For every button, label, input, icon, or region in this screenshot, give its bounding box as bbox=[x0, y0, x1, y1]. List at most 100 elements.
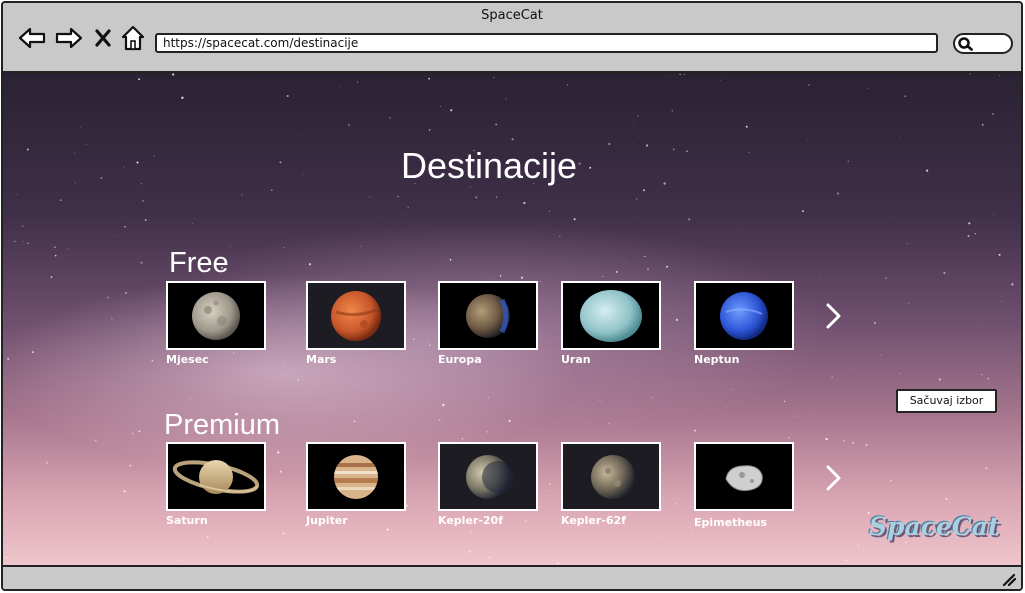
star bbox=[907, 302, 910, 304]
kepler-20f-image bbox=[438, 442, 538, 511]
star bbox=[644, 255, 646, 258]
star bbox=[360, 245, 362, 247]
star bbox=[796, 415, 798, 417]
star bbox=[981, 374, 983, 376]
resize-grip-icon[interactable] bbox=[1001, 572, 1017, 586]
star bbox=[566, 84, 569, 86]
star bbox=[129, 464, 132, 467]
star bbox=[389, 117, 391, 119]
star bbox=[407, 213, 409, 214]
star bbox=[831, 376, 833, 378]
card-label: Kepler-20f bbox=[438, 514, 503, 527]
browser-toolbar: SpaceCat https://spacecat.com/destinacij… bbox=[3, 3, 1021, 73]
star bbox=[745, 125, 748, 128]
star bbox=[523, 201, 526, 205]
star bbox=[279, 547, 281, 550]
star bbox=[151, 359, 154, 362]
star bbox=[450, 109, 453, 112]
destination-card-saturn[interactable]: Saturn bbox=[166, 442, 266, 527]
star bbox=[247, 542, 249, 544]
destination-card-mjesec[interactable]: Mjesec bbox=[166, 281, 266, 366]
star bbox=[787, 436, 790, 439]
star bbox=[440, 105, 442, 107]
star bbox=[969, 73, 971, 75]
star bbox=[928, 445, 930, 447]
star bbox=[124, 226, 126, 228]
destination-card-neptun[interactable]: Neptun bbox=[694, 281, 794, 366]
destination-card-jupiter[interactable]: Jupiter bbox=[306, 442, 406, 527]
star bbox=[991, 113, 995, 116]
status-bar bbox=[3, 565, 1021, 589]
star bbox=[495, 196, 498, 198]
star bbox=[693, 429, 697, 432]
star bbox=[1001, 301, 1003, 303]
url-input[interactable]: https://spacecat.com/destinacije bbox=[155, 33, 938, 53]
star bbox=[348, 123, 351, 126]
star bbox=[740, 231, 742, 232]
star bbox=[144, 219, 147, 221]
star bbox=[3, 313, 4, 315]
star bbox=[997, 559, 999, 561]
close-x-icon[interactable] bbox=[92, 24, 114, 52]
card-label: Saturn bbox=[166, 514, 208, 527]
star bbox=[67, 248, 69, 250]
star bbox=[979, 327, 981, 328]
star bbox=[674, 502, 676, 504]
star bbox=[499, 275, 502, 277]
destination-card-kepler-62f[interactable]: Kepler-62f bbox=[561, 442, 661, 527]
jupiter-image bbox=[306, 442, 406, 511]
star bbox=[475, 196, 478, 199]
destination-card-uran[interactable]: Uran bbox=[561, 281, 661, 366]
star bbox=[943, 271, 946, 274]
card-label: Kepler-62f bbox=[561, 514, 626, 527]
star bbox=[438, 418, 441, 421]
home-icon[interactable] bbox=[119, 24, 147, 52]
star bbox=[899, 373, 901, 375]
search-field[interactable] bbox=[953, 33, 1013, 54]
star bbox=[94, 439, 97, 442]
star bbox=[107, 296, 110, 299]
star bbox=[353, 420, 356, 423]
star bbox=[848, 370, 850, 371]
star bbox=[867, 88, 869, 89]
star bbox=[845, 559, 848, 562]
epimetheus-image bbox=[694, 442, 794, 511]
star bbox=[54, 254, 57, 257]
star bbox=[397, 196, 399, 198]
star bbox=[339, 86, 340, 87]
star bbox=[50, 276, 53, 279]
star bbox=[812, 415, 814, 417]
star bbox=[54, 246, 56, 248]
star bbox=[819, 276, 821, 278]
forward-arrow-icon[interactable] bbox=[54, 24, 84, 52]
star bbox=[557, 562, 559, 564]
destination-card-kepler-20f[interactable]: Kepler-20f bbox=[438, 442, 538, 527]
star bbox=[270, 189, 273, 192]
destination-card-mars[interactable]: Mars bbox=[306, 281, 406, 366]
star bbox=[413, 338, 415, 340]
star bbox=[16, 193, 18, 195]
back-arrow-icon[interactable] bbox=[17, 24, 47, 52]
star bbox=[297, 378, 299, 381]
destination-card-europa[interactable]: Europa bbox=[438, 281, 538, 366]
star bbox=[117, 235, 119, 236]
star bbox=[906, 242, 908, 245]
star bbox=[969, 446, 971, 448]
star bbox=[602, 275, 604, 277]
star bbox=[668, 76, 670, 78]
chevron-right-icon[interactable] bbox=[821, 463, 845, 493]
star bbox=[999, 75, 1000, 76]
star bbox=[974, 233, 977, 235]
star bbox=[880, 354, 882, 356]
europa-image bbox=[438, 281, 538, 350]
star bbox=[495, 123, 497, 126]
star bbox=[985, 467, 988, 470]
chevron-right-icon[interactable] bbox=[821, 301, 845, 331]
spacecat-logo: SpaceCat bbox=[869, 512, 1000, 541]
star bbox=[5, 556, 8, 559]
save-selection-button[interactable]: Sačuvaj izbor bbox=[896, 389, 997, 413]
destination-card-epimetheus[interactable]: Epimetheus bbox=[694, 442, 794, 529]
star bbox=[865, 443, 868, 446]
star bbox=[279, 470, 283, 473]
star bbox=[175, 560, 178, 562]
